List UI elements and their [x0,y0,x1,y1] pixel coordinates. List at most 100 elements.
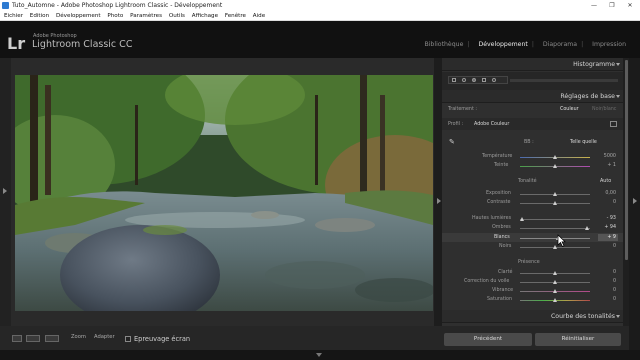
temp-slider-thumb[interactable] [552,155,557,159]
zoom-label: Zoom [71,334,86,340]
red-eye-icon[interactable] [472,78,476,82]
panel-scrollbar-thumb[interactable] [625,60,628,260]
softproof-checkbox[interactable] [125,336,131,342]
expand-left-arrow-icon[interactable] [3,188,7,194]
collapse-basic-icon [616,95,620,98]
whites-slider-track[interactable] [520,238,590,239]
module-diaporama[interactable]: Diaporama [543,41,577,48]
blacks-value[interactable]: 0 [598,244,616,249]
clarity-label: Clarté [498,270,513,275]
wb-label: BB : [524,140,534,145]
vibrance-slider-thumb[interactable] [552,289,557,293]
graduated-filter-icon[interactable] [482,78,486,82]
menu-developpement[interactable]: Développement [56,11,101,21]
bottom-toolbar: Zoom Adapter Epreuvage écran [0,326,442,350]
presence-label: Présence [518,260,540,265]
module-impression[interactable]: Impression [592,41,626,48]
treatment-bw-option[interactable]: Noir/blanc [592,107,616,112]
close-icon[interactable]: ✕ [621,0,639,11]
contrast-slider-thumb[interactable] [552,201,557,205]
photo-preview[interactable] [15,75,433,311]
module-developpement[interactable]: Développement [478,41,527,48]
expand-filmstrip-arrow-icon[interactable] [316,353,322,357]
tint-value[interactable]: + 1 [598,163,616,168]
saturation-label: Saturation [487,297,513,302]
menu-parametres[interactable]: Paramètres [130,11,162,21]
collapse-panel-arrow-icon[interactable] [633,198,637,204]
highlights-value[interactable]: - 93 [598,216,616,221]
wb-eyedropper-icon[interactable]: ✎ [449,138,455,146]
lr-logo: Lr [7,34,26,53]
spot-removal-icon[interactable] [462,78,466,82]
menu-fenetre[interactable]: Fenêtre [225,11,246,21]
tone-auto-button[interactable]: Auto [600,179,611,184]
vibrance-value[interactable]: 0 [598,288,616,293]
exposure-label: Exposition [486,191,511,196]
menu-affichage[interactable]: Affichage [192,11,218,21]
basic-header[interactable]: Réglages de base [442,90,623,103]
treatment-color-option[interactable]: Couleur [560,107,579,112]
histogram-header[interactable]: Histogramme [442,58,623,71]
clarity-value[interactable]: 0 [598,270,616,275]
tone-curve-title: Courbe des tonalités [550,313,615,320]
exposure-slider-thumb[interactable] [552,192,557,196]
saturation-slider-thumb[interactable] [552,298,557,302]
menu-photo[interactable]: Photo [107,11,123,21]
mouse-cursor-icon [557,234,566,247]
menu-aide[interactable]: Aide [253,11,265,21]
exposure-value[interactable]: 0,00 [598,191,616,196]
reset-button[interactable]: Réinitialiser [535,333,621,346]
right-edge-strip [629,58,640,326]
wb-select[interactable]: Telle quelle [570,140,597,145]
tint-slider-thumb[interactable] [552,164,557,168]
shadows-slider-thumb[interactable] [585,226,590,230]
clarity-slider-thumb[interactable] [552,271,557,275]
softproof-label: Epreuvage écran [134,335,191,343]
blacks-label: Noirs [499,244,512,249]
shadows-slider-track[interactable] [520,228,590,229]
menu-bar: Eichier Edition Développement Photo Para… [0,11,640,21]
vibrance-label: Vibrance [492,288,514,293]
identity-plate: Lr Adobe Photoshop Lightroom Classic CC … [0,21,640,58]
whites-value[interactable]: + 9 [598,235,616,240]
profile-label: Profil : [448,122,464,127]
contrast-value[interactable]: 0 [598,200,616,205]
highlights-slider-thumb[interactable] [519,217,524,221]
menu-edition[interactable]: Edition [30,11,49,21]
tone-label: Tonalité [518,179,537,184]
dehaze-label: Correction du voile [464,279,510,284]
forest-river-photo [15,75,433,311]
adapter-option[interactable]: Adapter [94,334,115,340]
whites-label: Blancs [494,235,510,240]
profile-select[interactable]: Adobe Couleur [474,122,509,127]
left-panel-collapsed[interactable] [0,58,11,326]
radial-filter-icon[interactable] [492,78,496,82]
profile-browser-icon[interactable] [610,121,617,127]
temp-label: Température [482,154,513,159]
menu-outils[interactable]: Outils [169,11,185,21]
blacks-slider-thumb[interactable] [552,245,557,249]
shadows-value[interactable]: + 94 [598,225,616,230]
survey-view-icon[interactable] [45,335,59,342]
temp-value[interactable]: 5000 [598,154,616,159]
dehaze-slider-thumb[interactable] [552,280,557,284]
menu-fichier[interactable]: Eichier [4,11,23,21]
highlights-slider-track[interactable] [520,219,590,220]
profile-row [442,118,623,130]
previous-button[interactable]: Précédent [444,333,532,346]
histogram-title: Histogramme [573,61,615,68]
minimize-icon[interactable]: — [585,0,603,11]
dehaze-value[interactable]: 0 [598,279,616,284]
module-bibliotheque[interactable]: Bibliothèque [424,41,463,48]
crop-tool-icon[interactable] [452,78,456,82]
brand-name: Lightroom Classic CC [32,39,133,50]
maximize-icon[interactable]: ❐ [603,0,621,11]
loupe-view-icon[interactable] [12,335,22,342]
collapse-right-arrow-icon[interactable] [437,198,441,204]
tint-label: Teinte [494,163,509,168]
collapse-histogram-icon [616,63,620,66]
tone-curve-header[interactable]: Courbe des tonalités [442,310,623,323]
expand-tone-curve-icon [616,315,620,318]
saturation-value[interactable]: 0 [598,297,616,302]
compare-view-icon[interactable] [26,335,40,342]
